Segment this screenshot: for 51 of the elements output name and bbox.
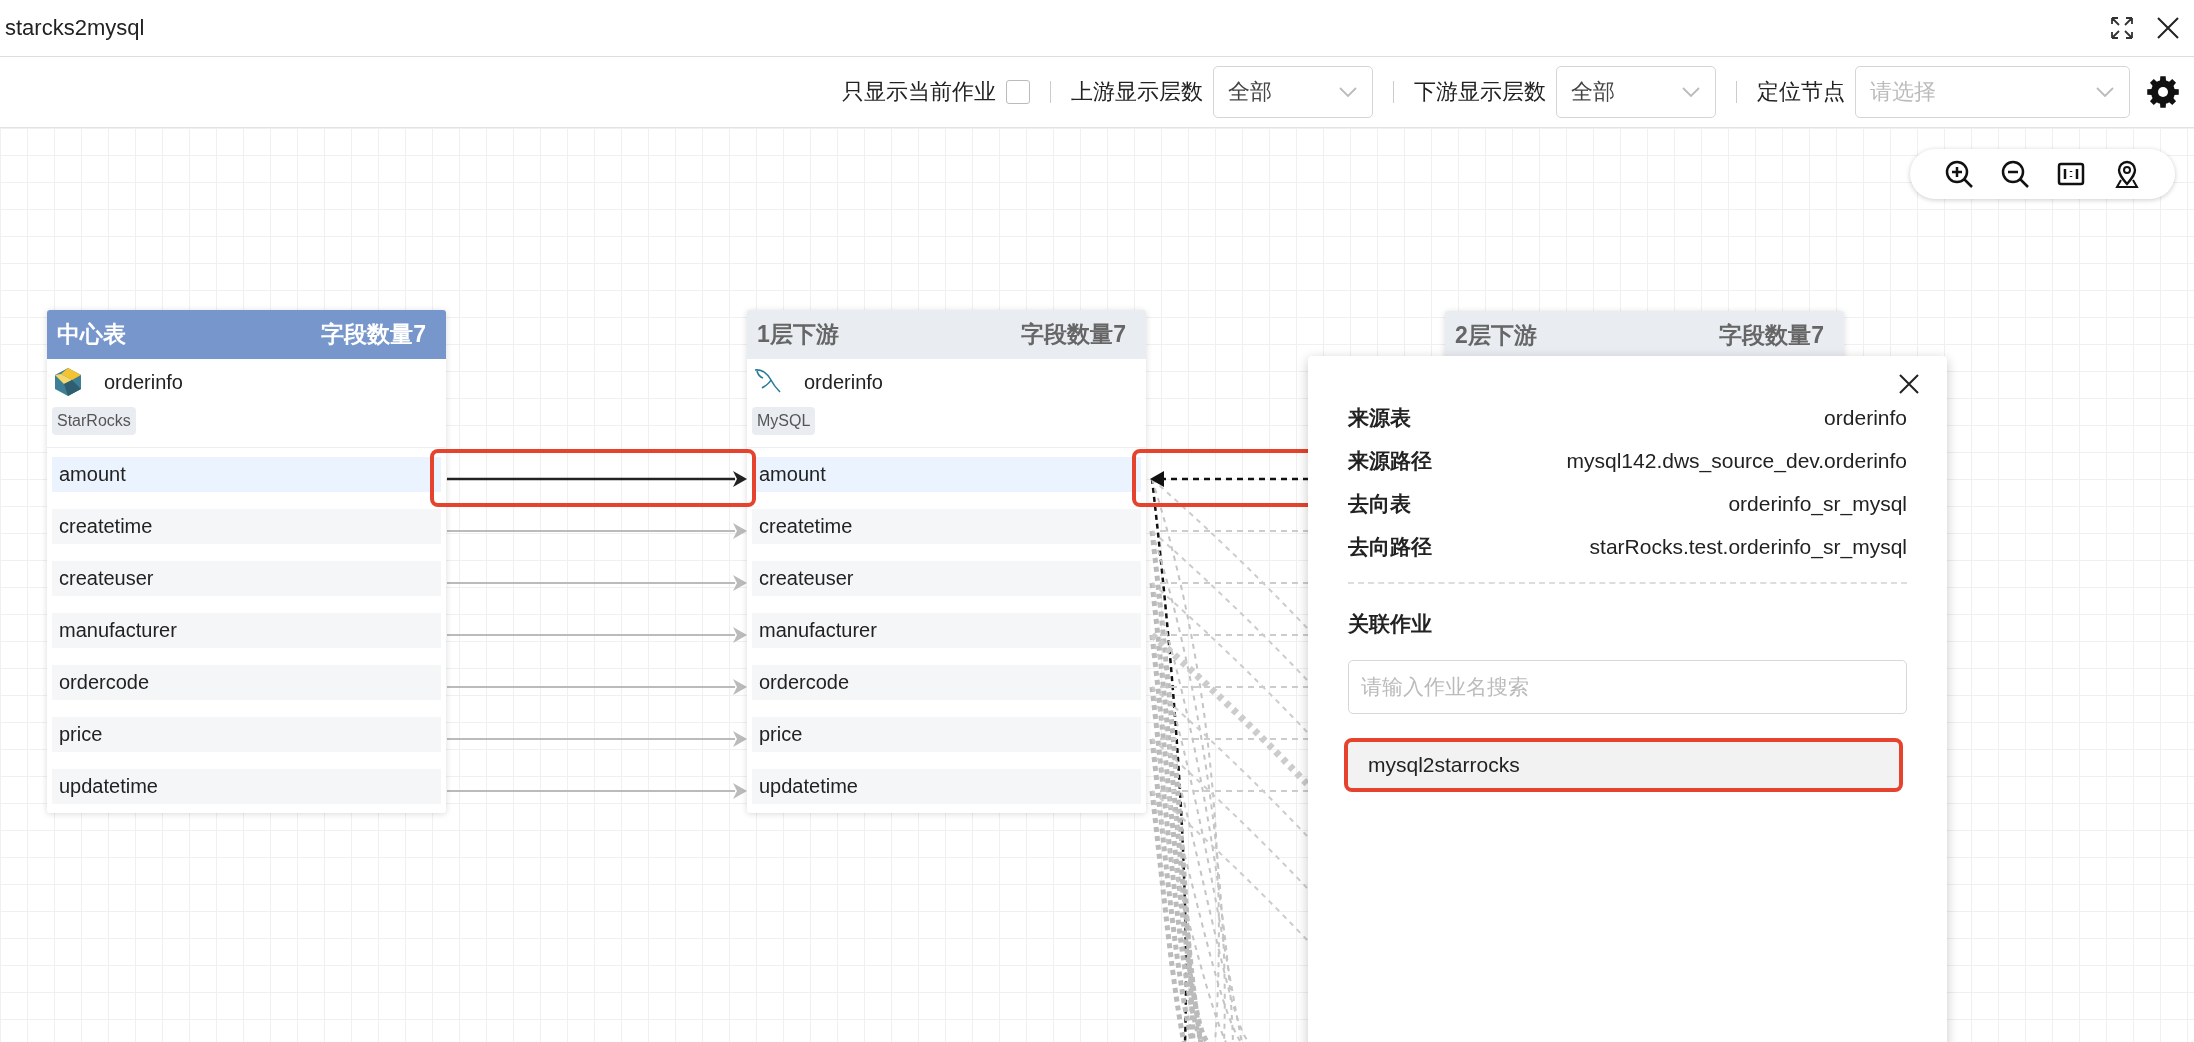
detail-value: starRocks.test.orderinfo_sr_mysql bbox=[1589, 534, 1907, 559]
table-name: orderinfo bbox=[804, 370, 883, 394]
field-row[interactable]: updatetime bbox=[52, 769, 441, 804]
downstream-levels-label: 下游显示层数 bbox=[1414, 78, 1546, 106]
field-row[interactable]: manufacturer bbox=[752, 613, 1141, 648]
field-row[interactable]: price bbox=[52, 717, 441, 752]
node-level-label: 2层下游 bbox=[1455, 321, 1537, 350]
field-row[interactable]: updatetime bbox=[752, 769, 1141, 804]
field-count-label: 字段数量7 bbox=[1719, 321, 1824, 350]
table-node-card[interactable]: 中心表 字段数量7 orderinfo StarRocks amount createtime createuser manufacturer ordercode price updatetime bbox=[47, 310, 446, 813]
field-row[interactable]: createuser bbox=[752, 561, 1141, 596]
field-row[interactable]: createtime bbox=[752, 509, 1141, 544]
job-item[interactable]: mysql2starrocks bbox=[1344, 738, 1903, 792]
field-row[interactable]: createuser bbox=[52, 561, 441, 596]
fullscreen-icon[interactable] bbox=[2108, 14, 2136, 42]
datasource-tag: MySQL bbox=[752, 407, 816, 435]
field-row[interactable]: createtime bbox=[52, 509, 441, 544]
field-row[interactable]: amount bbox=[52, 457, 441, 492]
node-level-label: 1层下游 bbox=[757, 320, 839, 349]
detail-value: orderinfo_sr_mysql bbox=[1728, 491, 1907, 516]
locate-node-label: 定位节点 bbox=[1757, 78, 1845, 106]
caret-icon bbox=[1681, 86, 1701, 98]
node-level-label: 中心表 bbox=[57, 320, 126, 349]
caret-icon bbox=[1338, 86, 1358, 98]
detail-value: orderinfo bbox=[1824, 405, 1907, 430]
field-row[interactable]: ordercode bbox=[752, 665, 1141, 700]
downstream-levels-select[interactable]: 全部 bbox=[1556, 66, 1716, 118]
upstream-levels-label: 上游显示层数 bbox=[1071, 78, 1203, 106]
field-row[interactable]: manufacturer bbox=[52, 613, 441, 648]
field-row[interactable]: price bbox=[752, 717, 1141, 752]
detail-label: 去向路径 bbox=[1348, 533, 1432, 560]
field-row[interactable]: ordercode bbox=[52, 665, 441, 700]
checkbox[interactable] bbox=[1006, 80, 1030, 104]
current-job-only-label: 只显示当前作业 bbox=[842, 78, 996, 106]
close-icon[interactable] bbox=[1897, 372, 1921, 396]
section-title: 关联作业 bbox=[1348, 611, 1433, 637]
detail-label: 去向表 bbox=[1348, 490, 1411, 517]
datasource-tag: StarRocks bbox=[52, 407, 136, 435]
table-node-card[interactable]: 1层下游 字段数量7 orderinfo MySQL amount createtime createuser manufacturer ordercode price updatetime bbox=[747, 310, 1146, 813]
job-search-field[interactable]: 请输入作业名搜索 bbox=[1348, 660, 1907, 714]
table-name: orderinfo bbox=[104, 370, 183, 394]
window-title: starcks2mysql bbox=[5, 15, 146, 41]
upstream-levels-select[interactable]: 全部 bbox=[1213, 66, 1373, 118]
detail-label: 来源表 bbox=[1348, 404, 1411, 431]
settings-icon[interactable] bbox=[2146, 75, 2180, 109]
detail-label: 来源路径 bbox=[1348, 447, 1432, 474]
detail-value: mysql142.dws_source_dev.orderinfo bbox=[1566, 448, 1907, 473]
field-count-label: 字段数量7 bbox=[1021, 320, 1126, 349]
hexagon-logo-icon bbox=[52, 366, 84, 398]
caret-icon bbox=[2095, 86, 2115, 98]
field-count-label: 字段数量7 bbox=[321, 320, 426, 349]
